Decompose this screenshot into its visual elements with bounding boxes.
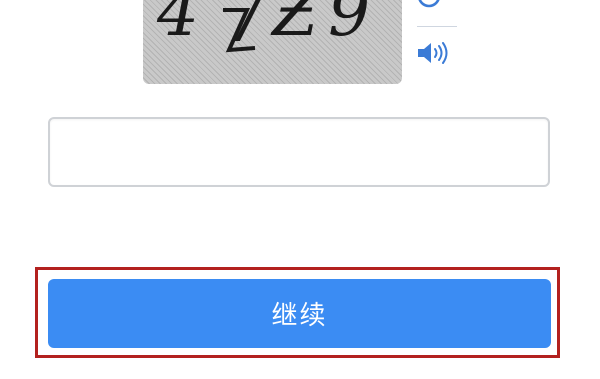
captcha-noise-lines xyxy=(223,8,256,53)
continue-button[interactable]: 继续 xyxy=(48,279,551,348)
controls-divider xyxy=(417,26,457,27)
captcha-code-input[interactable] xyxy=(48,117,550,187)
captcha-verification-page: 4 /Ƶ9 继续 xyxy=(0,0,600,379)
speaker-icon[interactable] xyxy=(416,40,450,66)
refresh-icon[interactable] xyxy=(414,0,444,16)
captcha-image: 4 /Ƶ9 xyxy=(143,0,402,84)
